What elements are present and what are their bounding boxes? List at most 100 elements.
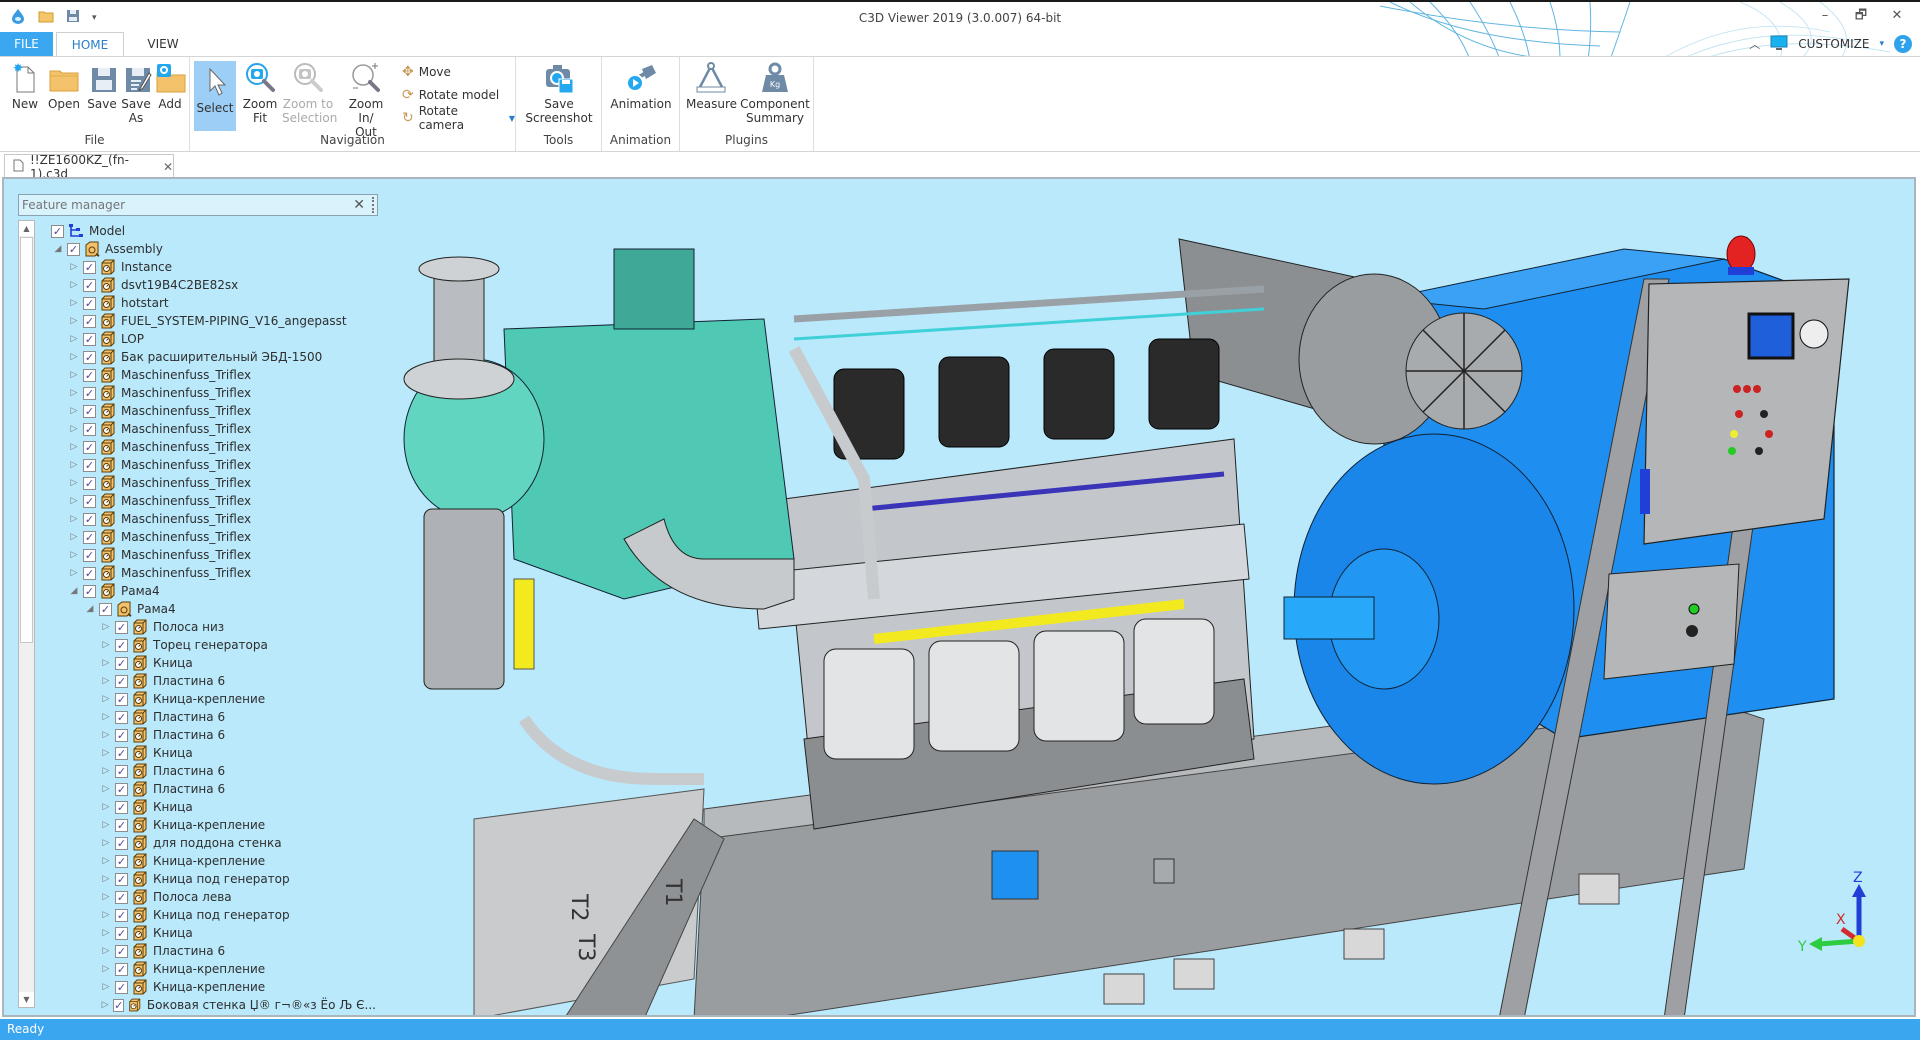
expand-arrow-icon[interactable]: ▷	[100, 622, 112, 632]
visibility-checkbox[interactable]: ✓	[83, 296, 96, 310]
visibility-checkbox[interactable]: ✓	[115, 692, 128, 706]
expand-arrow-icon[interactable]: ▷	[68, 352, 80, 362]
collapse-arrow-icon[interactable]: ◢	[52, 244, 64, 254]
expand-arrow-icon[interactable]: ▷	[100, 676, 112, 686]
visibility-checkbox[interactable]: ✓	[115, 962, 128, 976]
visibility-checkbox[interactable]: ✓	[83, 368, 96, 382]
add-button[interactable]: Add	[154, 61, 186, 111]
visibility-checkbox[interactable]: ✓	[83, 278, 96, 292]
rotate-model-button[interactable]: ⟳ Rotate model	[402, 85, 499, 105]
visibility-checkbox[interactable]: ✓	[83, 476, 96, 490]
expand-arrow-icon[interactable]: ▷	[100, 964, 112, 974]
visibility-checkbox[interactable]: ✓	[83, 566, 96, 580]
visibility-checkbox[interactable]: ✓	[83, 314, 96, 328]
expand-arrow-icon[interactable]: ▷	[100, 784, 112, 794]
visibility-checkbox[interactable]: ✓	[115, 710, 128, 724]
expand-arrow-icon[interactable]: ▷	[68, 334, 80, 344]
expand-arrow-icon[interactable]: ▷	[100, 856, 112, 866]
expand-arrow-icon[interactable]: ▷	[100, 1000, 110, 1010]
help-button[interactable]: ?	[1894, 35, 1912, 53]
tree-item[interactable]: ▷ ✓ Полоса низ	[36, 618, 376, 636]
expand-arrow-icon[interactable]: ▷	[68, 442, 80, 452]
tree-item[interactable]: ▷ ✓ Maschinenfuss_Triflex	[36, 546, 376, 564]
rotate-camera-dropdown-icon[interactable]: ▼	[509, 114, 515, 123]
scroll-down-arrow[interactable]: ▼	[19, 992, 34, 1007]
chevron-up-icon[interactable]: ︿	[1749, 36, 1760, 52]
tree-item[interactable]: ▷ ✓ Maschinenfuss_Triflex	[36, 474, 376, 492]
tree-item[interactable]: ▷ ✓ dsvt19B4C2BE82sx	[36, 276, 376, 294]
save-screenshot-button[interactable]: Save Screenshot	[522, 61, 596, 125]
tree-item[interactable]: ▷ ✓ Instance	[36, 258, 376, 276]
tree-item[interactable]: ▷ ✓ Maschinenfuss_Triflex	[36, 402, 376, 420]
search-clear-icon[interactable]: ✕	[353, 197, 365, 213]
visibility-checkbox[interactable]: ✓	[83, 512, 96, 526]
expand-arrow-icon[interactable]: ▷	[100, 748, 112, 758]
expand-arrow-icon[interactable]: ▷	[68, 406, 80, 416]
tree-item[interactable]: ▷ ✓ Maschinenfuss_Triflex	[36, 528, 376, 546]
visibility-checkbox[interactable]: ✓	[83, 404, 96, 418]
zoom-in-out-button[interactable]: Zoom In/Out	[340, 61, 392, 139]
document-tab-close-button[interactable]: ✕	[163, 160, 173, 174]
tree-item[interactable]: ▷ ✓ hotstart	[36, 294, 376, 312]
tree-item[interactable]: ▷ ✓ Кница-крепление	[36, 816, 376, 834]
expand-arrow-icon[interactable]: ▷	[68, 460, 80, 470]
tree-item[interactable]: ▷ ✓ Maschinenfuss_Triflex	[36, 438, 376, 456]
visibility-checkbox[interactable]: ✓	[83, 422, 96, 436]
customize-dropdown-icon[interactable]: ▾	[1879, 39, 1884, 49]
visibility-checkbox[interactable]: ✓	[83, 548, 96, 562]
visibility-checkbox[interactable]: ✓	[115, 818, 128, 832]
tree-item[interactable]: ◢ ✓ Assembly	[36, 240, 376, 258]
expand-arrow-icon[interactable]: ▷	[100, 946, 112, 956]
visibility-checkbox[interactable]: ✓	[83, 530, 96, 544]
expand-arrow-icon[interactable]: ▷	[100, 730, 112, 740]
collapse-arrow-icon[interactable]: ◢	[68, 586, 80, 596]
expand-arrow-icon[interactable]: ▷	[100, 928, 112, 938]
visibility-checkbox[interactable]: ✓	[51, 224, 64, 238]
save-as-button[interactable]: Save As	[121, 61, 152, 125]
expand-arrow-icon[interactable]: ▷	[100, 766, 112, 776]
visibility-checkbox[interactable]: ✓	[115, 944, 128, 958]
expand-arrow-icon[interactable]: ▷	[68, 424, 80, 434]
tree-item[interactable]: ▷ ✓ Maschinenfuss_Triflex	[36, 384, 376, 402]
tree-item[interactable]: ▷ ✓ Пластина 6	[36, 708, 376, 726]
save-button[interactable]: Save	[87, 61, 117, 111]
tree-item[interactable]: ▷ ✓ Maschinenfuss_Triflex	[36, 510, 376, 528]
tree-item[interactable]: ▷ ✓ Maschinenfuss_Triflex	[36, 366, 376, 384]
3d-viewport[interactable]: T1 T2 T3 Z Y X Feature manager ✕ ▲ ▼ ✓ M…	[2, 177, 1916, 1017]
rotate-camera-button[interactable]: ↻ Rotate camera ▼	[402, 104, 515, 132]
visibility-checkbox[interactable]: ✓	[115, 926, 128, 940]
tree-item[interactable]: ▷ ✓ Пластина 6	[36, 942, 376, 960]
tree-item[interactable]: ▷ ✓ Пластина 6	[36, 726, 376, 744]
expand-arrow-icon[interactable]: ▷	[68, 280, 80, 290]
feature-manager-search-input[interactable]	[19, 195, 339, 215]
tree-item[interactable]: ▷ ✓ Maschinenfuss_Triflex	[36, 420, 376, 438]
expand-arrow-icon[interactable]: ▷	[100, 658, 112, 668]
tree-item[interactable]: ▷ ✓ Кница	[36, 924, 376, 942]
visibility-checkbox[interactable]: ✓	[115, 728, 128, 742]
visibility-checkbox[interactable]: ✓	[115, 782, 128, 796]
visibility-checkbox[interactable]: ✓	[115, 872, 128, 886]
tree-item[interactable]: ▷ ✓ Пластина 6	[36, 672, 376, 690]
expand-arrow-icon[interactable]: ▷	[68, 496, 80, 506]
visibility-checkbox[interactable]: ✓	[83, 350, 96, 364]
visibility-checkbox[interactable]: ✓	[115, 656, 128, 670]
scrollbar-thumb[interactable]	[20, 237, 33, 643]
tree-item[interactable]: ◢ ✓ Рама4	[36, 582, 376, 600]
expand-arrow-icon[interactable]: ▷	[100, 874, 112, 884]
expand-arrow-icon[interactable]: ▷	[100, 802, 112, 812]
visibility-checkbox[interactable]: ✓	[83, 386, 96, 400]
expand-arrow-icon[interactable]: ▷	[68, 388, 80, 398]
tree-item[interactable]: ▷ ✓ Кница	[36, 798, 376, 816]
tree-item[interactable]: ▷ ✓ для поддона стенка	[36, 834, 376, 852]
tree-item[interactable]: ▷ ✓ Кница под генератор	[36, 870, 376, 888]
tab-file[interactable]: FILE	[0, 32, 53, 56]
expand-arrow-icon[interactable]: ▷	[68, 568, 80, 578]
measure-button[interactable]: Measure	[686, 61, 737, 111]
visibility-checkbox[interactable]: ✓	[83, 332, 96, 346]
visibility-checkbox[interactable]: ✓	[83, 494, 96, 508]
visibility-checkbox[interactable]: ✓	[83, 440, 96, 454]
expand-arrow-icon[interactable]: ▷	[68, 532, 80, 542]
tree-item[interactable]: ▷ ✓ Maschinenfuss_Triflex	[36, 564, 376, 582]
expand-arrow-icon[interactable]: ▷	[68, 478, 80, 488]
visibility-checkbox[interactable]: ✓	[83, 458, 96, 472]
